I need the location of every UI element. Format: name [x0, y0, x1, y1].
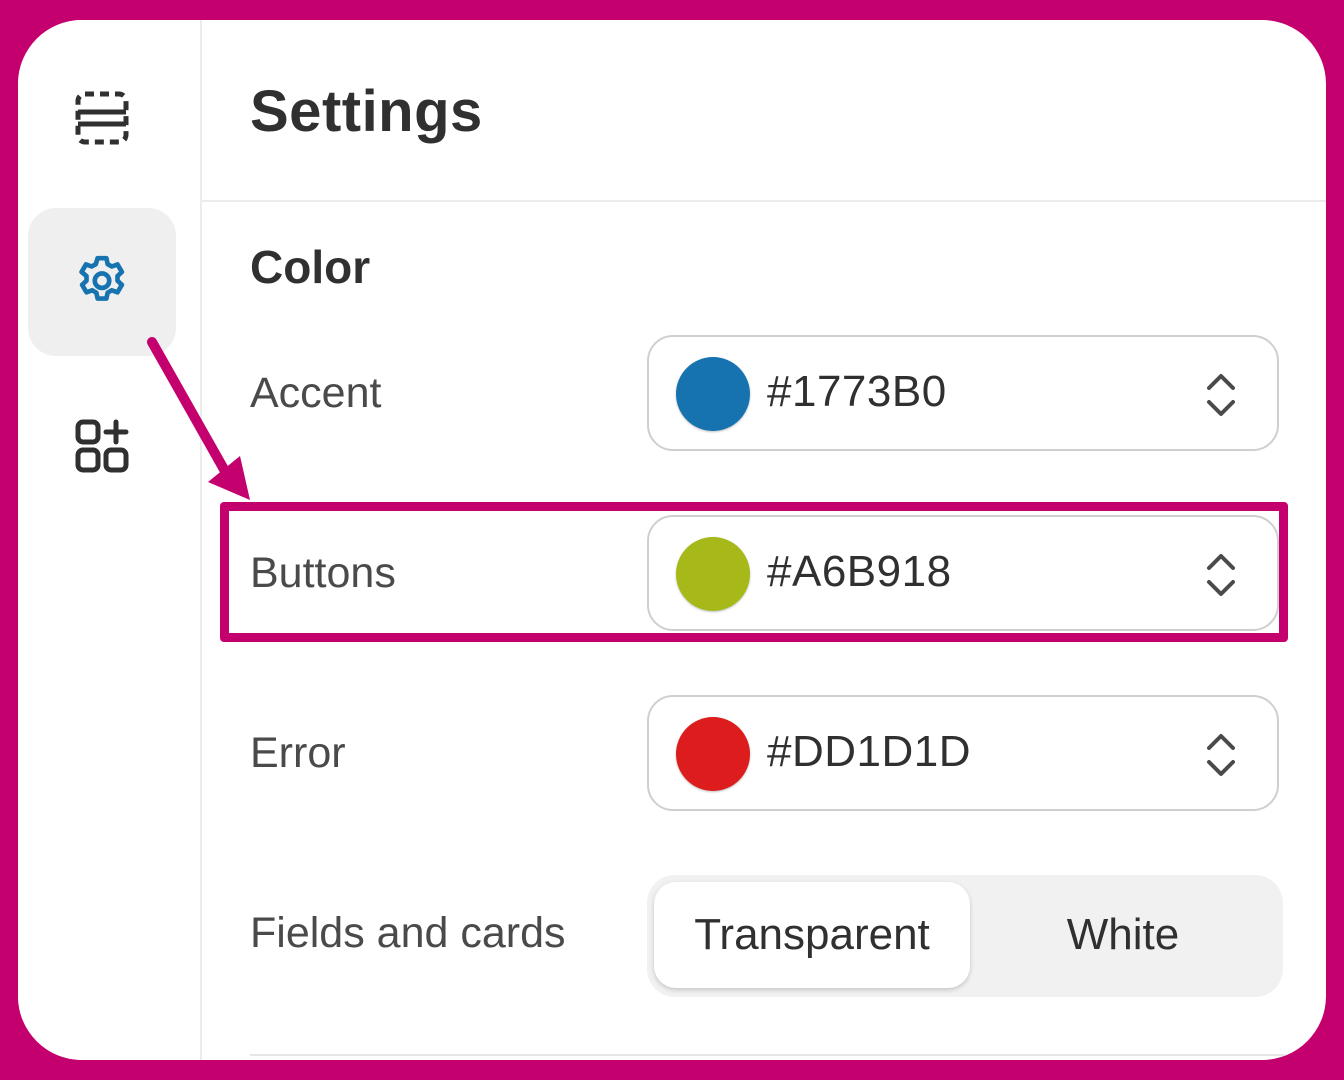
white-option[interactable]: White: [970, 882, 1276, 988]
error-color-picker[interactable]: #DD1D1D: [647, 695, 1279, 811]
accent-color-swatch: [676, 357, 750, 431]
buttons-color-swatch: [676, 537, 750, 611]
accent-label: Accent: [250, 369, 382, 417]
buttons-label: Buttons: [250, 549, 396, 597]
error-color-swatch: [676, 717, 750, 791]
settings-nav-button[interactable]: [28, 208, 176, 356]
buttons-color-value: #A6B918: [767, 547, 952, 596]
fields-and-cards-label: Fields and cards: [250, 909, 566, 957]
layout-nav-button[interactable]: [28, 44, 176, 192]
divider: [250, 1054, 1286, 1056]
add-apps-icon: [75, 419, 129, 473]
layout-dashed-icon: [75, 91, 129, 145]
gear-icon: [79, 255, 125, 301]
chevron-up-down-icon: [1207, 554, 1235, 596]
accent-color-picker[interactable]: #1773B0: [647, 335, 1279, 451]
chevron-up-down-icon: [1207, 374, 1235, 416]
page-title: Settings: [250, 79, 483, 144]
error-color-value: #DD1D1D: [767, 727, 972, 776]
add-apps-nav-button[interactable]: [28, 372, 176, 520]
settings-panel: Settings Color Accent #1773B0 Buttons #A…: [18, 20, 1326, 1060]
section-title-color: Color: [250, 241, 371, 293]
accent-color-value: #1773B0: [767, 367, 947, 416]
error-label: Error: [250, 729, 346, 777]
transparent-option[interactable]: Transparent: [654, 882, 970, 988]
side-nav-rail: [18, 20, 202, 1060]
fields-and-cards-segmented-control: Transparent White: [647, 875, 1283, 997]
page-header: Settings: [202, 20, 1326, 202]
chevron-up-down-icon: [1207, 734, 1235, 776]
buttons-color-picker[interactable]: #A6B918: [647, 515, 1279, 631]
